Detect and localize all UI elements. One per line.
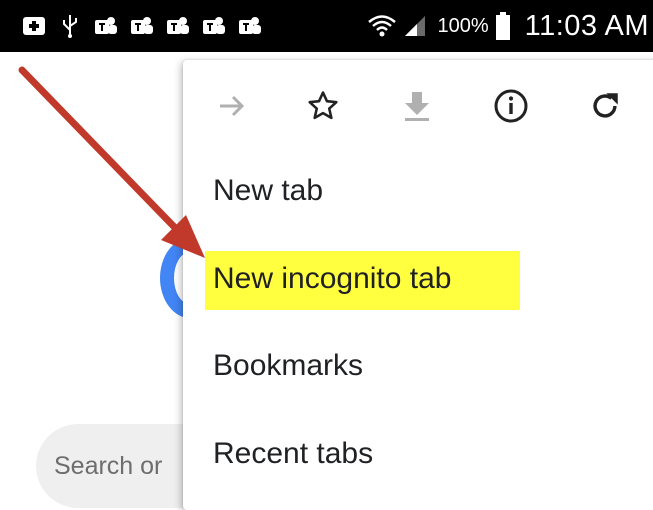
annotation-arrow (18, 66, 205, 258)
